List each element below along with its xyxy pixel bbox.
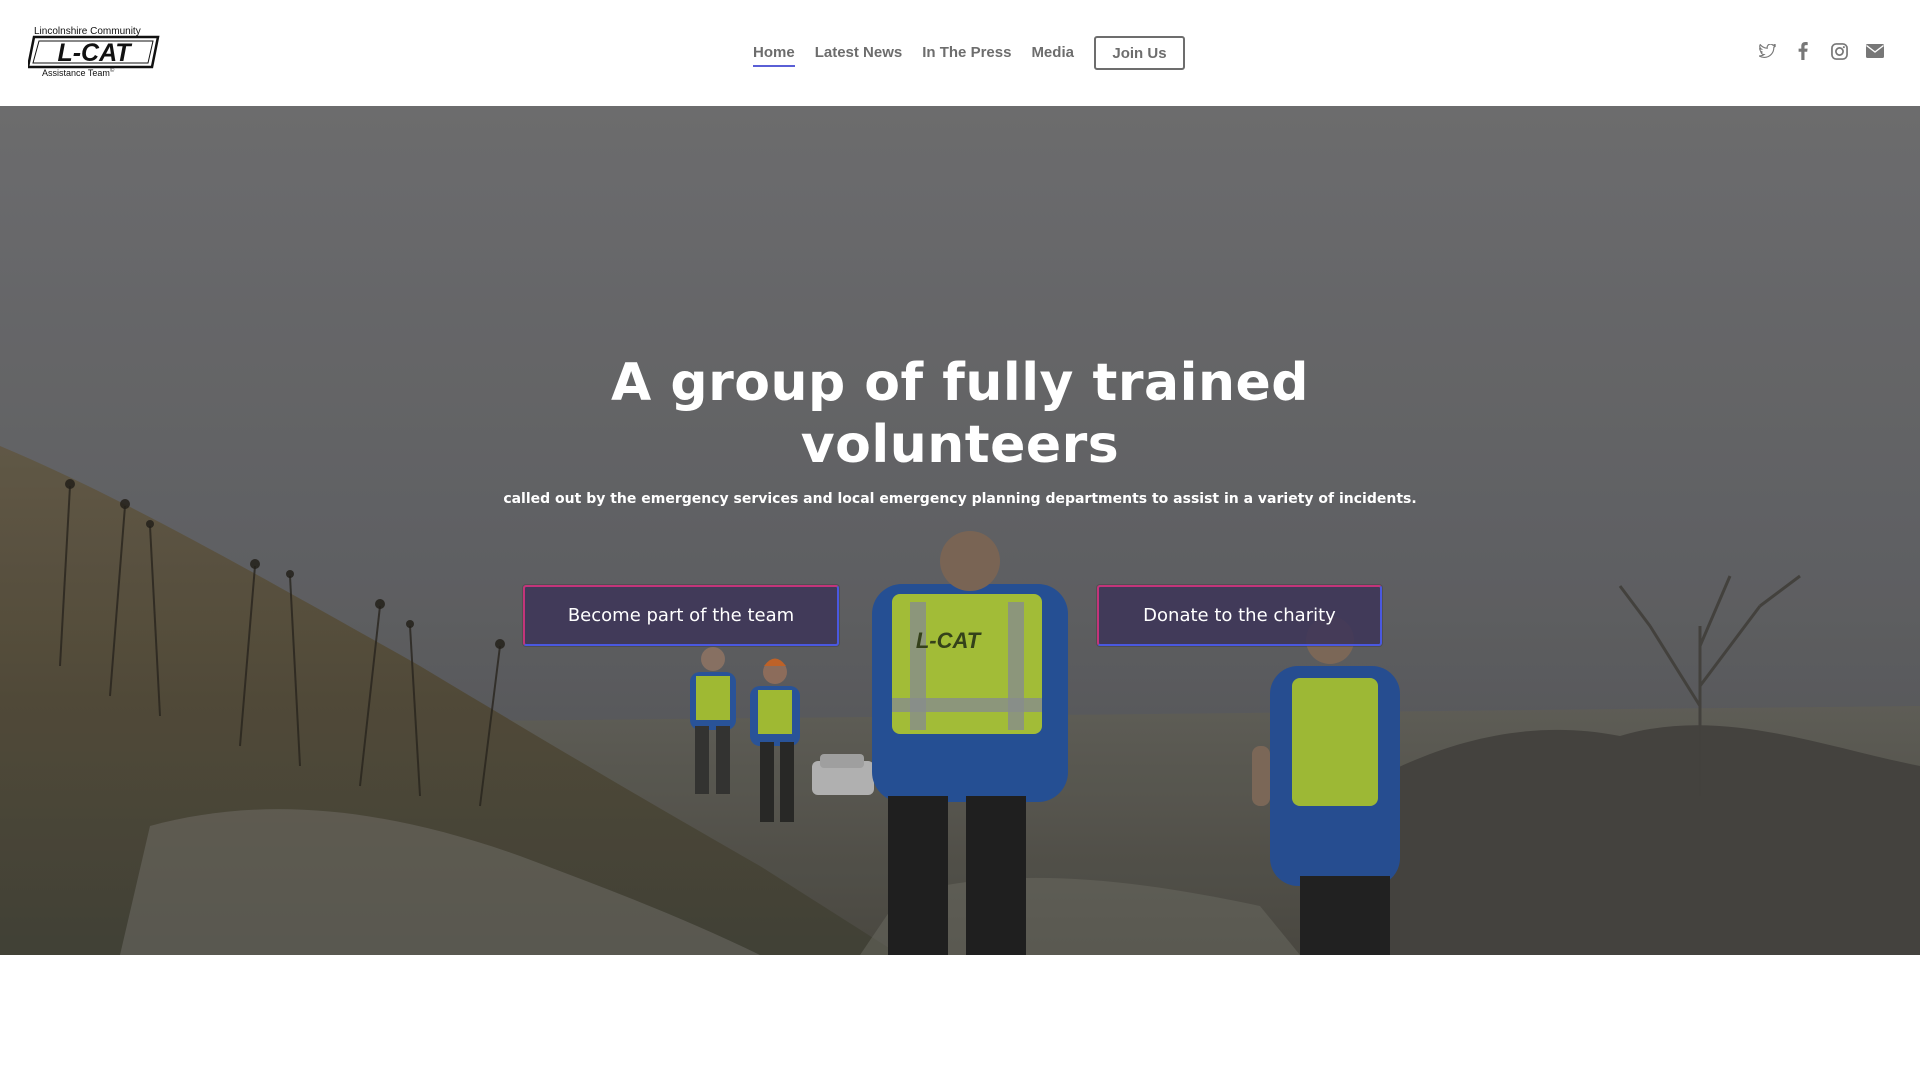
logo-mark-icon: L-CAT	[28, 35, 160, 69]
logo-bottom-text: Assistance Team©	[42, 68, 115, 78]
hero-banner: L-CAT A group of fully trained volunteer…	[0, 106, 1920, 955]
nav-in-the-press[interactable]: In The Press	[922, 43, 1011, 63]
email-icon[interactable]	[1866, 42, 1884, 60]
hero-title: A group of fully trained volunteers	[611, 353, 1309, 475]
become-part-of-team-button[interactable]: Become part of the team	[523, 585, 839, 646]
page-below-fold	[0, 955, 1920, 1080]
svg-text:L-CAT: L-CAT	[57, 39, 133, 67]
hero-subtitle: called out by the emergency services and…	[503, 491, 1417, 507]
instagram-icon[interactable]	[1830, 42, 1848, 60]
facebook-icon[interactable]	[1794, 42, 1812, 60]
nav-home[interactable]: Home	[753, 43, 795, 67]
lcat-logo[interactable]: Lincolnshire Community L-CAT Assistance …	[28, 27, 163, 78]
nav-media[interactable]: Media	[1031, 43, 1074, 63]
nav-latest-news[interactable]: Latest News	[815, 43, 903, 63]
hero-background-photo: L-CAT	[0, 106, 1920, 955]
join-us-button[interactable]: Join Us	[1093, 36, 1185, 70]
twitter-icon[interactable]	[1758, 42, 1776, 60]
main-nav: Home Latest News In The Press Media Join…	[753, 35, 1185, 71]
site-header: Lincolnshire Community L-CAT Assistance …	[0, 0, 1920, 106]
social-links	[1758, 42, 1884, 60]
donate-button[interactable]: Donate to the charity	[1097, 585, 1382, 646]
